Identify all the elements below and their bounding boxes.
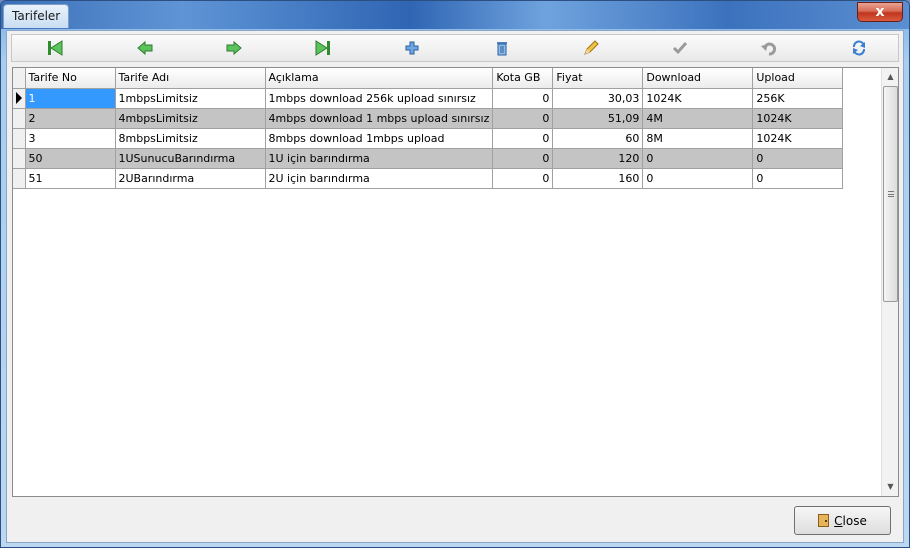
first-green-arrow-icon [48,40,63,56]
grid-header-row: Tarife No Tarife Adı Açıklama Kota GB Fi… [13,68,844,89]
cell-aciklama[interactable]: 1U için barındırma [265,148,494,169]
column-header-tarife-no[interactable]: Tarife No [25,68,116,89]
cell-tarife-no[interactable]: 50 [25,148,116,169]
current-row-indicator [13,88,26,109]
cell-kota-gb[interactable]: 0 [492,168,554,189]
cell-upload[interactable]: 1024K [752,128,844,149]
edit-record-button[interactable] [580,38,602,58]
cell-kota-gb[interactable]: 0 [492,128,554,149]
close-button[interactable]: Close [794,506,891,535]
table-row[interactable]: 51 2UBarındırma 2U için barındırma 0 160… [13,168,844,189]
cell-fiyat[interactable]: 51,09 [552,108,644,129]
post-record-button[interactable] [669,38,691,58]
cell-download[interactable]: 8M [642,128,754,149]
first-record-button[interactable] [44,38,66,58]
column-header-upload[interactable]: Upload [752,68,844,89]
pencil-icon [584,40,599,55]
cell-upload[interactable]: 0 [752,168,844,189]
cell-tarife-no[interactable]: 51 [25,168,116,189]
refresh-button[interactable] [848,38,870,58]
window: Tarifeler x Tarife No Tarife Adı Açıklam… [0,0,910,548]
plus-icon [405,41,419,55]
cell-fiyat[interactable]: 120 [552,148,644,169]
cell-kota-gb[interactable]: 0 [492,108,554,129]
grid-table: Tarife No Tarife Adı Açıklama Kota GB Fi… [13,68,844,189]
cell-tarife-no[interactable]: 1 [25,88,116,109]
cell-download[interactable]: 0 [642,168,754,189]
prior-record-button[interactable] [134,38,156,58]
scroll-down-arrow-icon[interactable]: ▼ [882,478,898,495]
row-pointer-icon [16,92,22,104]
column-header-fiyat[interactable]: Fiyat [552,68,644,89]
cell-upload[interactable]: 1024K [752,108,844,129]
navigator-toolbar [11,34,899,62]
undo-icon [761,42,777,56]
cell-download[interactable]: 4M [642,108,754,129]
insert-record-button[interactable] [401,38,423,58]
left-green-arrow-icon [137,40,153,56]
delete-record-button[interactable] [491,38,513,58]
cell-upload[interactable]: 0 [752,148,844,169]
client-area: Tarife No Tarife Adı Açıklama Kota GB Fi… [6,30,904,543]
last-green-arrow-icon [315,40,330,56]
cell-tarife-adi[interactable]: 4mbpsLimitsiz [115,108,266,129]
cell-fiyat[interactable]: 30,03 [552,88,644,109]
door-exit-icon [818,514,830,527]
cell-aciklama[interactable]: 1mbps download 256k upload sınırsız [265,88,494,109]
last-record-button[interactable] [312,38,334,58]
close-button-label: Close [834,513,867,528]
right-green-arrow-icon [226,40,242,56]
window-close-button[interactable]: x [857,2,903,22]
cell-tarife-no[interactable]: 2 [25,108,116,129]
cell-kota-gb[interactable]: 0 [492,88,554,109]
scrollbar-thumb[interactable] [883,86,898,302]
cell-tarife-adi[interactable]: 2UBarındırma [115,168,266,189]
grip-icon [888,191,894,197]
cell-fiyat[interactable]: 60 [552,128,644,149]
row-indicator [13,128,26,149]
row-indicator [13,108,26,129]
cell-tarife-adi[interactable]: 1USunucuBarındırma [115,148,266,169]
table-row[interactable]: 1 1mbpsLimitsiz 1mbps download 256k uplo… [13,88,844,109]
column-header-aciklama[interactable]: Açıklama [265,68,494,89]
table-row[interactable]: 3 8mbpsLimitsiz 8mbps download 1mbps upl… [13,128,844,149]
cell-tarife-adi[interactable]: 8mbpsLimitsiz [115,128,266,149]
column-header-tarife-adi[interactable]: Tarife Adı [115,68,266,89]
vertical-scrollbar[interactable]: ▲ ▼ [881,68,898,496]
cell-kota-gb[interactable]: 0 [492,148,554,169]
title-bar: Tarifeler x [1,1,909,29]
column-header-kota-gb[interactable]: Kota GB [492,68,554,89]
cancel-edit-button[interactable] [758,38,780,58]
cell-aciklama[interactable]: 4mbps download 1 mbps upload sınırsız [265,108,494,129]
scroll-up-arrow-icon[interactable]: ▲ [882,68,898,85]
table-row[interactable]: 50 1USunucuBarındırma 1U için barındırma… [13,148,844,169]
checkmark-icon [672,42,688,55]
cell-aciklama[interactable]: 8mbps download 1mbps upload [265,128,494,149]
next-record-button[interactable] [223,38,245,58]
row-indicator-header [13,68,26,89]
column-header-download[interactable]: Download [642,68,754,89]
window-title: Tarifeler [3,4,70,28]
trash-icon [497,42,507,56]
table-row[interactable]: 2 4mbpsLimitsiz 4mbps download 1 mbps up… [13,108,844,129]
cell-tarife-no[interactable]: 3 [25,128,116,149]
cell-tarife-adi[interactable]: 1mbpsLimitsiz [115,88,266,109]
cell-upload[interactable]: 256K [752,88,844,109]
cell-fiyat[interactable]: 160 [552,168,644,189]
cell-download[interactable]: 1024K [642,88,754,109]
refresh-icon [853,40,865,56]
row-indicator [13,168,26,189]
cell-download[interactable]: 0 [642,148,754,169]
tariff-grid[interactable]: Tarife No Tarife Adı Açıklama Kota GB Fi… [12,67,899,497]
row-indicator [13,148,26,169]
cell-aciklama[interactable]: 2U için barındırma [265,168,494,189]
